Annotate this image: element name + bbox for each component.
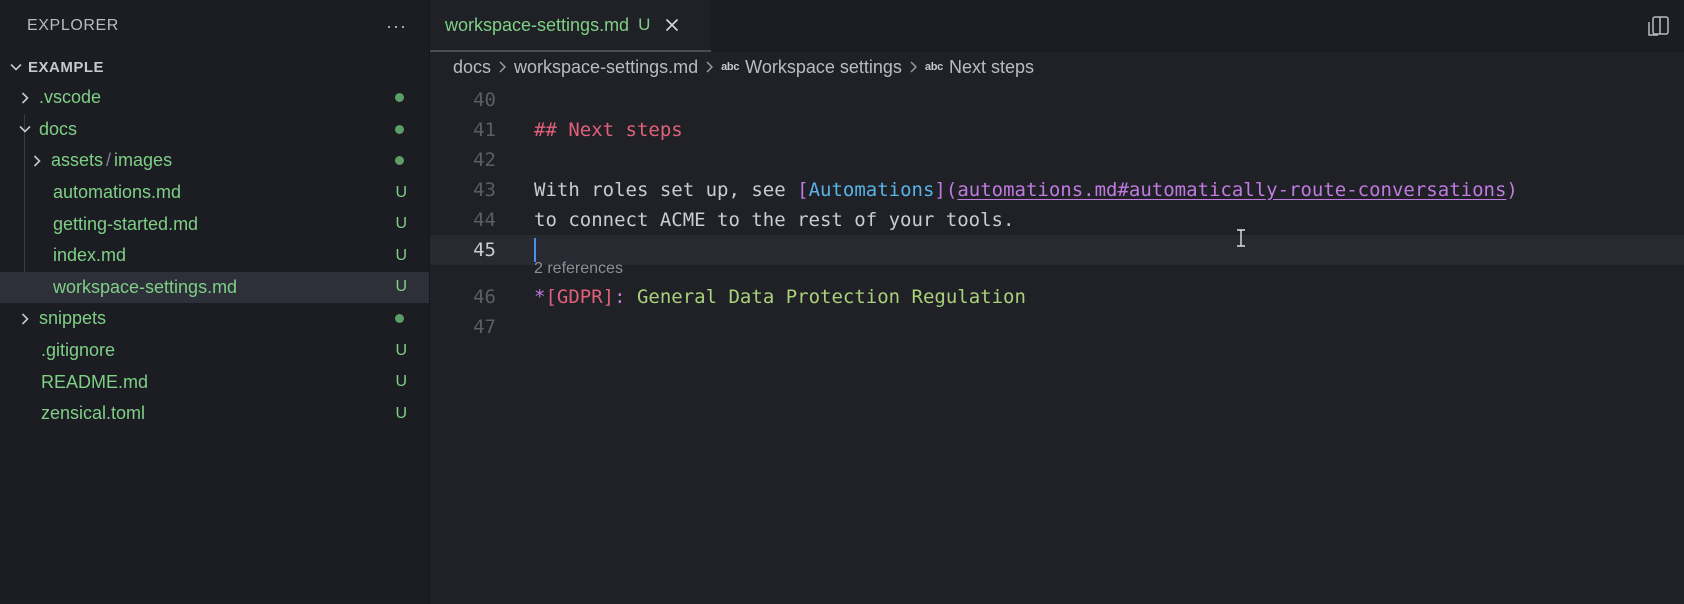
string-symbol-icon: abc (721, 61, 740, 73)
line-number: 42 (473, 149, 496, 171)
git-status-badge: U (395, 183, 407, 201)
git-status-badge: U (395, 246, 407, 264)
line-number: 46 (473, 286, 496, 308)
chevron-down-icon (16, 122, 34, 136)
tree-item-label: snippets (39, 308, 107, 329)
tree-item-label: workspace-settings.md (53, 276, 238, 297)
git-status-badge: U (395, 404, 407, 422)
tree-item-workspace-settings[interactable]: workspace-settings.md U (0, 271, 429, 304)
tab-workspace-settings[interactable]: workspace-settings.md U (430, 0, 711, 52)
file-tree: .vscode docs assets / images automations.m… (0, 82, 429, 430)
git-status-badge: U (395, 373, 407, 391)
line-number: 41 (473, 119, 496, 141)
line-number: 40 (473, 89, 496, 111)
tree-item-label: .gitignore (41, 340, 116, 361)
git-status-badge: U (395, 341, 407, 359)
markdown-link-url[interactable]: automations.md#automatically-route-conve… (957, 179, 1506, 201)
editor-line: 42 (430, 145, 1684, 175)
line-number: 47 (473, 316, 496, 338)
git-status-badge: U (395, 278, 407, 296)
line-number: 43 (473, 179, 496, 201)
tree-item-readme[interactable]: README.md U (0, 366, 429, 398)
tree-item-label: zensical.toml (41, 403, 146, 424)
string-symbol-icon: abc (924, 61, 943, 73)
tab-label: workspace-settings.md (445, 14, 630, 35)
code-text: With roles set up, see [Automations](aut… (534, 179, 1518, 201)
editor-line: 40 (430, 85, 1684, 115)
tree-item-index[interactable]: index.md U (0, 240, 429, 272)
markdown-link-text: Automations (808, 179, 935, 201)
tree-item-label: getting-started.md (53, 213, 199, 234)
ibeam-cursor-icon (1236, 229, 1246, 247)
tree-item-label: README.md (41, 371, 149, 392)
breadcrumb-section[interactable]: Workspace settings (745, 57, 902, 78)
close-icon[interactable] (664, 17, 680, 33)
modified-dot-icon (395, 124, 404, 134)
tree-item-automations[interactable]: automations.md U (0, 177, 429, 209)
tab-git-status: U (638, 15, 651, 34)
codelens-references[interactable]: 2 references (534, 260, 623, 278)
tree-item-label: automations.md (53, 182, 182, 203)
chevron-right-icon (16, 312, 34, 326)
explorer-header: EXPLORER ··· (0, 0, 429, 52)
breadcrumb-file[interactable]: workspace-settings.md (514, 57, 698, 78)
editor-line: 47 (430, 312, 1684, 342)
split-editor-icon[interactable] (1646, 14, 1672, 38)
tree-item-getting-started[interactable]: getting-started.md U (0, 208, 429, 240)
tree-item-label: docs (39, 118, 78, 139)
tree-item-gitignore[interactable]: .gitignore U (0, 335, 429, 367)
editor-line: 44 to connect ACME to the rest of your t… (430, 205, 1684, 235)
chevron-down-icon (6, 60, 26, 74)
editor-line: 46 *[GDPR]: General Data Protection Regu… (430, 282, 1684, 312)
more-actions-icon[interactable]: ··· (386, 16, 407, 37)
code-text: *[GDPR]: General Data Protection Regulat… (534, 286, 1026, 308)
tree-item-label: index.md (53, 245, 127, 266)
chevron-right-icon (28, 154, 46, 168)
breadcrumb: docs workspace-settings.md abc Workspace… (430, 52, 1684, 82)
code-text: to connect ACME to the rest of your tool… (534, 209, 1015, 231)
explorer-sidebar: EXPLORER ··· EXAMPLE .vscode docs assets… (0, 0, 430, 604)
editor-line: 43 With roles set up, see [Automations](… (430, 175, 1684, 205)
editor-line: 41 ## Next steps (430, 115, 1684, 145)
chevron-right-icon (498, 60, 507, 74)
line-number: 45 (473, 239, 496, 261)
chevron-right-icon (16, 91, 34, 105)
modified-dot-icon (395, 156, 404, 166)
tree-item-label: .vscode (39, 87, 102, 108)
modified-dot-icon (395, 314, 404, 324)
breadcrumb-folder[interactable]: docs (453, 57, 491, 78)
chevron-right-icon (909, 60, 918, 74)
tree-item-zensical-toml[interactable]: zensical.toml U (0, 398, 429, 430)
code-editor[interactable]: 40 41 ## Next steps 42 43 With roles set… (430, 82, 1684, 604)
git-status-badge: U (395, 215, 407, 233)
editor-tab-bar: workspace-settings.md U (430, 0, 1684, 52)
modified-dot-icon (395, 93, 404, 103)
tree-item-label: assets / images (51, 150, 173, 171)
workspace-name: EXAMPLE (28, 58, 105, 76)
markdown-heading: ## Next steps (534, 119, 683, 141)
text-cursor (534, 238, 536, 262)
tree-item-vscode[interactable]: .vscode (0, 82, 429, 114)
tree-item-docs[interactable]: docs (0, 114, 429, 146)
chevron-right-icon (705, 60, 714, 74)
breadcrumb-section[interactable]: Next steps (949, 57, 1034, 78)
tree-item-assets-images[interactable]: assets / images (0, 145, 429, 177)
explorer-title: EXPLORER (27, 17, 119, 34)
tree-item-snippets[interactable]: snippets (0, 303, 429, 335)
line-number: 44 (473, 209, 496, 231)
workspace-section-header[interactable]: EXAMPLE (0, 52, 429, 82)
